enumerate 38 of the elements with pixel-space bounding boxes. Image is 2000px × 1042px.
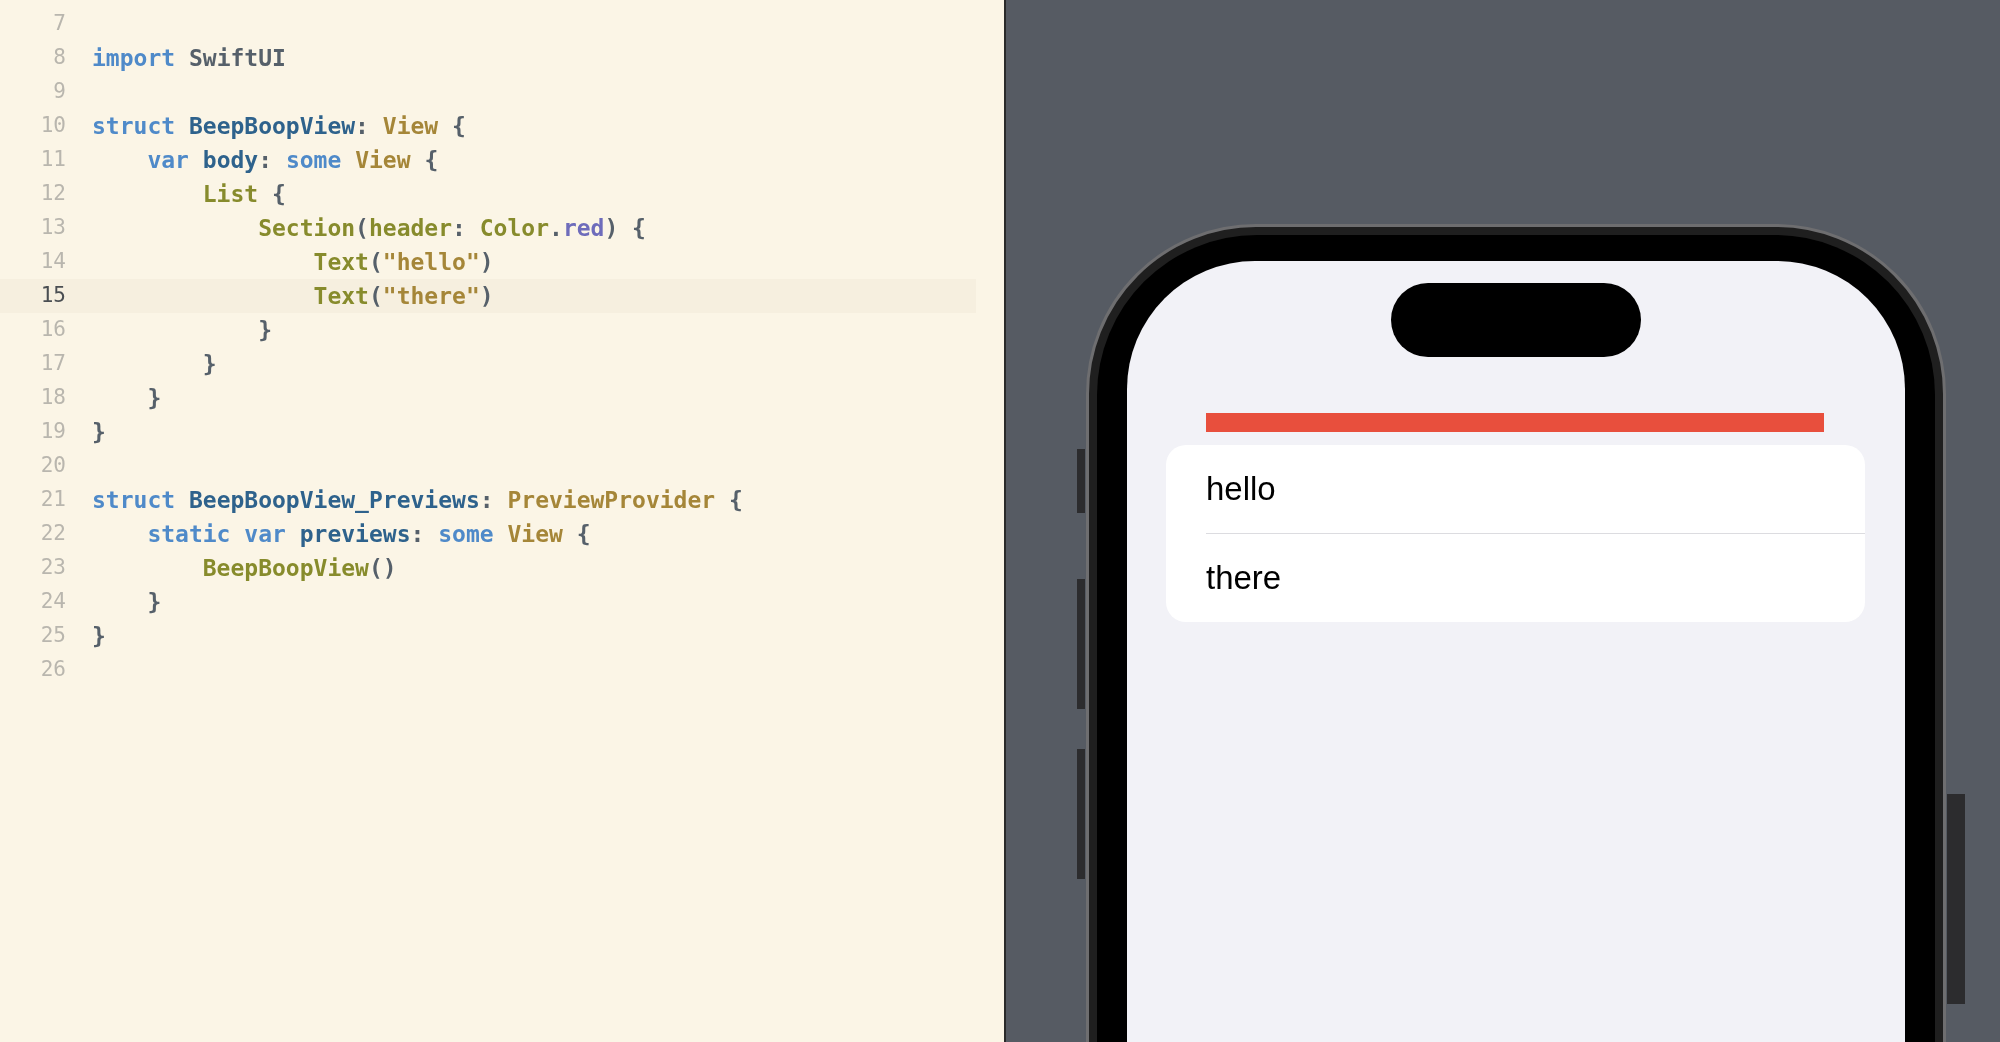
- code-line: Text("hello"): [312, 247, 494, 277]
- line-number: 7: [52, 10, 66, 38]
- code-line: Section(header: Color.red) {: [257, 213, 646, 243]
- code-line: import SwiftUI: [92, 43, 286, 73]
- line-number: 18: [39, 384, 66, 412]
- code-line: static var previews: some View {: [146, 519, 591, 549]
- line-number: 14: [39, 248, 66, 276]
- line-number: 21: [39, 486, 66, 514]
- code-line: struct BeepBoopView: View {: [92, 111, 466, 141]
- line-number: 17: [39, 350, 66, 378]
- code-line: }: [146, 587, 162, 617]
- code-line: }: [201, 349, 217, 379]
- list-row-text: there: [1206, 558, 1282, 599]
- code-line: Text("there"): [312, 281, 494, 311]
- code-line: }: [92, 621, 106, 651]
- line-number: 10: [39, 112, 66, 140]
- line-number: 19: [39, 418, 66, 446]
- line-number: 20: [39, 452, 66, 480]
- code-line: List {: [201, 179, 286, 209]
- code-line: struct BeepBoopView_Previews: PreviewProvider {: [92, 485, 743, 515]
- code-line: }: [146, 383, 162, 413]
- list-row-text: hello: [1206, 469, 1276, 510]
- line-number: 26: [39, 656, 66, 684]
- line-number: 13: [39, 214, 66, 242]
- line-number: 12: [39, 180, 66, 208]
- line-number: 24: [39, 588, 66, 616]
- code-line: }: [92, 417, 106, 447]
- line-number: 9: [52, 78, 66, 106]
- line-number: 15: [39, 282, 66, 310]
- line-number: 23: [39, 554, 66, 582]
- line-number: 8: [52, 44, 66, 72]
- line-number: 11: [39, 146, 66, 174]
- code-line: }: [257, 315, 272, 345]
- code-line: BeepBoopView(): [201, 553, 397, 583]
- line-number: 16: [39, 316, 66, 344]
- code-line: var body: some View {: [146, 145, 439, 175]
- line-number: 22: [39, 520, 66, 548]
- line-number: 25: [39, 622, 66, 650]
